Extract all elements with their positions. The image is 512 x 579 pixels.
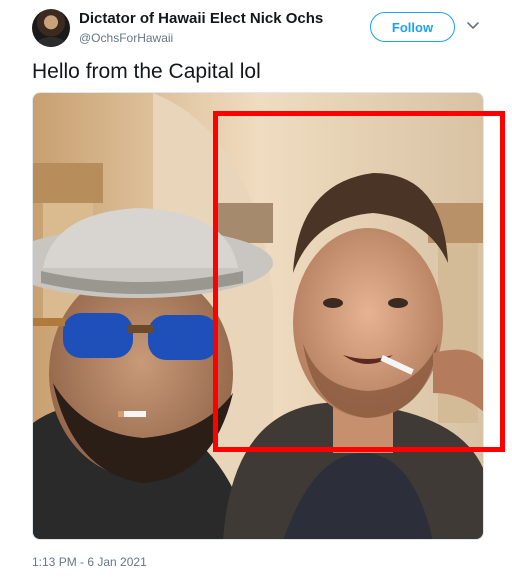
author-display-name[interactable]: Dictator of Hawaii Elect Nick Ochs [79,10,323,27]
selfie-photo-illustration [33,93,483,539]
chevron-down-icon[interactable] [466,19,480,33]
tweet-timestamp[interactable]: 1:13 PM - 6 Jan 2021 [32,555,147,569]
tweet-header: Dictator of Hawaii Elect Nick Ochs @Ochs… [0,0,512,56]
tweet-photo[interactable] [32,92,484,540]
author-handle[interactable]: @OchsForHawaii [79,31,173,45]
follow-button[interactable]: Follow [370,12,455,42]
tweet-text: Hello from the Capital lol [32,60,261,83]
avatar[interactable] [32,9,70,47]
